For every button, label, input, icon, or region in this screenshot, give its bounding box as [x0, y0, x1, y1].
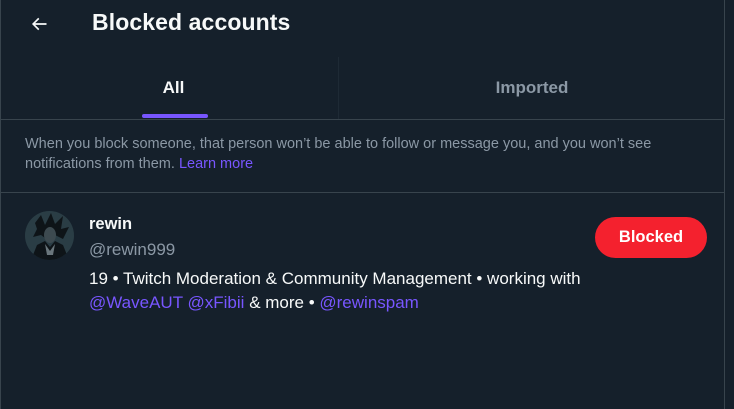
blocked-user-row[interactable]: rewin @rewin999 19 • Twitch Moderation &… [1, 193, 724, 323]
tab-active-indicator [142, 114, 208, 118]
user-bio: 19 • Twitch Moderation & Community Manag… [89, 267, 689, 315]
blocked-button[interactable]: Blocked [595, 217, 707, 258]
main-column: Blocked accounts All Imported When you b… [0, 0, 725, 409]
page-gutter [725, 0, 734, 409]
back-button[interactable] [21, 6, 57, 42]
notice-text: When you block someone, that person won’… [25, 136, 652, 172]
bio-text: 19 • Twitch Moderation & Community Manag… [89, 269, 581, 288]
tab-bar: All Imported [1, 57, 724, 120]
tab-all[interactable]: All [1, 57, 346, 119]
arrow-left-icon [31, 17, 47, 31]
bio-mention-link[interactable]: @WaveAUT [89, 293, 183, 312]
avatar[interactable] [25, 211, 74, 260]
learn-more-link[interactable]: Learn more [179, 156, 253, 172]
user-handle[interactable]: @rewin999 [89, 240, 175, 260]
avatar-image [25, 211, 74, 260]
tab-all-label: All [162, 78, 185, 97]
tab-imported-label: Imported [495, 78, 569, 97]
block-info-notice: When you block someone, that person won’… [1, 120, 724, 193]
bio-mention-link[interactable]: @rewinspam [319, 293, 418, 312]
page-title: Blocked accounts [92, 9, 291, 35]
user-name[interactable]: rewin [89, 215, 132, 234]
page-header: Blocked accounts [1, 0, 724, 52]
bio-mention-link[interactable]: @xFibii [188, 293, 245, 312]
bio-text: & more • [249, 293, 315, 312]
tab-imported[interactable]: Imported [339, 57, 725, 119]
